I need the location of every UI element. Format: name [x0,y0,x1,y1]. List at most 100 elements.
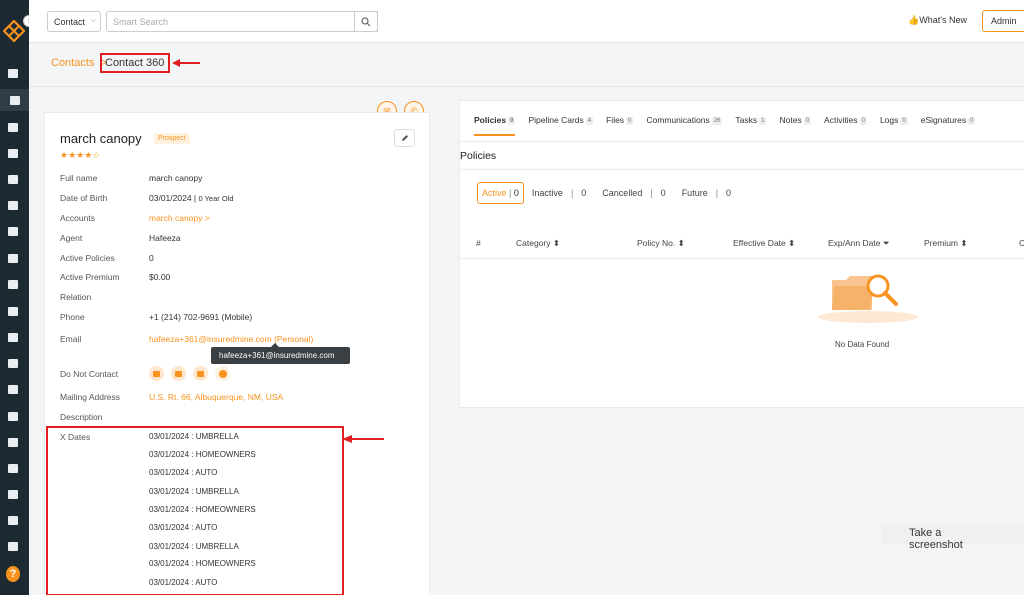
column-header-more[interactable]: C [1019,238,1024,248]
tab-policies[interactable]: Policies 0 [474,115,516,136]
pencil-icon [401,135,408,141]
mailing-address-link[interactable]: U.S. Rt. 66, Albuquerque, NM, USA [149,392,283,402]
details-panel: Policies 0 Pipeline Cards 4 Files 0 Communi… [459,100,1024,408]
edit-contact-button[interactable] [394,129,415,147]
whats-new-link[interactable]: 👍What's New [908,15,967,26]
x-date-item: 03/01/2024 : AUTO [149,578,218,587]
tab-label: Tasks [735,115,758,125]
column-header-effective-date[interactable]: Effective Date ⬍ [733,238,795,249]
tab-bar: Policies 0 Pipeline Cards 4 Files 0 Communi… [474,115,988,136]
field-label-email: Email [60,334,82,344]
entity-select-value: Contact [54,17,86,27]
dollar-icon[interactable] [6,488,20,500]
entity-select[interactable]: Contact ⌵ [47,11,101,32]
dashboard-icon[interactable] [6,67,20,79]
tab-label: Communications [646,115,710,125]
filter-icon[interactable] [6,225,20,237]
filter-inactive[interactable]: Inactive | 0 [532,188,586,198]
tab-label: Logs [879,115,899,125]
filter-label: Cancelled [602,188,643,198]
column-header-premium[interactable]: Premium ⬍ [924,238,968,249]
documents-icon[interactable] [6,121,20,133]
policies-title: Policies [460,150,497,162]
breadcrumb-contacts-link[interactable]: Contacts [51,57,94,69]
filter-active[interactable]: Active | 0 [477,182,524,204]
field-value-full-name: march canopy [149,173,203,183]
chevron-down-icon: ⌵ [90,17,96,24]
dnc-chat-icon[interactable] [171,366,186,381]
field-label-active-premium: Active Premium [60,272,120,282]
filter-count: 0 [513,188,519,198]
top-bar: Contact ⌵ Smart Search 👍What's New Admin [29,0,1024,43]
table-header-divider [460,258,1024,259]
calculator-icon[interactable] [6,383,20,395]
admin-button[interactable]: Admin [982,10,1024,32]
filter-cancelled[interactable]: Cancelled | 0 [602,188,665,198]
settings-icon[interactable] [6,540,20,552]
institution-icon[interactable] [6,147,20,159]
folder-icon[interactable] [6,331,20,343]
tab-communications[interactable]: Communications 26 [646,115,723,136]
dnc-sun-icon[interactable] [215,366,230,381]
tab-pipeline-cards[interactable]: Pipeline Cards 4 [528,115,594,136]
tab-notes[interactable]: Notes 0 [779,115,812,136]
tab-activities[interactable]: Activities 0 [824,115,867,136]
search-icon [361,16,371,26]
x-date-item: 03/01/2024 : HOMEOWNERS [149,450,256,459]
mail-icon[interactable] [6,436,20,448]
field-label-active-policies: Active Policies [60,253,115,263]
field-label-description: Description [60,412,103,422]
list-icon[interactable] [6,173,20,185]
filter-label: Active [482,188,507,198]
tab-tasks[interactable]: Tasks 1 [735,115,767,136]
column-header-category[interactable]: Category ⬍ [516,238,560,249]
tab-count: 1 [759,116,767,125]
smart-search-input[interactable]: Smart Search [106,11,378,32]
calendar-icon[interactable] [6,410,20,422]
tab-logs[interactable]: Logs 0 [880,115,908,136]
tab-count: 0 [508,116,516,125]
filter-label: Inactive [531,188,563,198]
report-icon[interactable] [6,278,20,290]
id-card-icon[interactable] [6,199,20,211]
sidebar: ? [0,0,29,595]
tab-files[interactable]: Files 0 [606,115,634,136]
email-link[interactable]: hafeeza+361@insuredmine.com (Personal) [149,334,313,344]
google-icon[interactable] [6,357,20,369]
annotation-arrow [172,59,200,67]
dnc-phone-icon[interactable] [193,366,208,381]
field-value-dob: 03/01/2024 | 0 Year Old [149,193,234,203]
filter-count: 0 [660,188,666,198]
tab-count: 0 [859,116,867,125]
tabs-divider [460,141,1024,142]
x-date-item: 03/01/2024 : HOMEOWNERS [149,559,256,568]
dob-date: 03/01/2024 | [149,193,197,203]
column-header-policy-no[interactable]: Policy No. ⬍ [637,238,685,249]
signature-icon[interactable] [6,462,20,474]
analytics-icon[interactable] [6,514,20,526]
megaphone-icon[interactable] [6,252,20,264]
filter-future[interactable]: Future | 0 [682,188,731,198]
dnc-email-icon[interactable] [149,366,164,381]
x-date-item: 03/01/2024 : UMBRELLA [149,487,239,496]
column-header-exp-ann-date[interactable]: Exp/Ann Date ⏷ [828,238,890,249]
tab-label: Notes [779,115,802,125]
header-divider [29,86,1024,87]
app-logo[interactable] [3,20,25,42]
field-label-x-dates: X Dates [60,432,91,442]
rating-stars[interactable]: ★★★★☆ [60,150,100,161]
tab-label: Policies [474,115,507,125]
tab-esignatures[interactable]: eSignatures 0 [921,115,976,136]
contacts-icon[interactable] [0,89,29,111]
chart-icon[interactable] [6,305,20,317]
accounts-link[interactable]: march canopy > [149,213,210,223]
field-value-agent: Hafeeza [149,233,181,243]
annotation-arrow [342,435,384,443]
breadcrumb: Contacts > Contact 360 [51,53,170,73]
field-value-phone[interactable]: +1 (214) 702-9691 (Mobile) [149,312,252,322]
help-icon[interactable]: ? [6,565,20,583]
field-label-do-not-contact: Do Not Contact [60,369,119,379]
take-screenshot-button[interactable]: Take a screenshot [881,523,1024,551]
field-label-relation: Relation [60,292,92,302]
search-button[interactable] [354,11,378,32]
